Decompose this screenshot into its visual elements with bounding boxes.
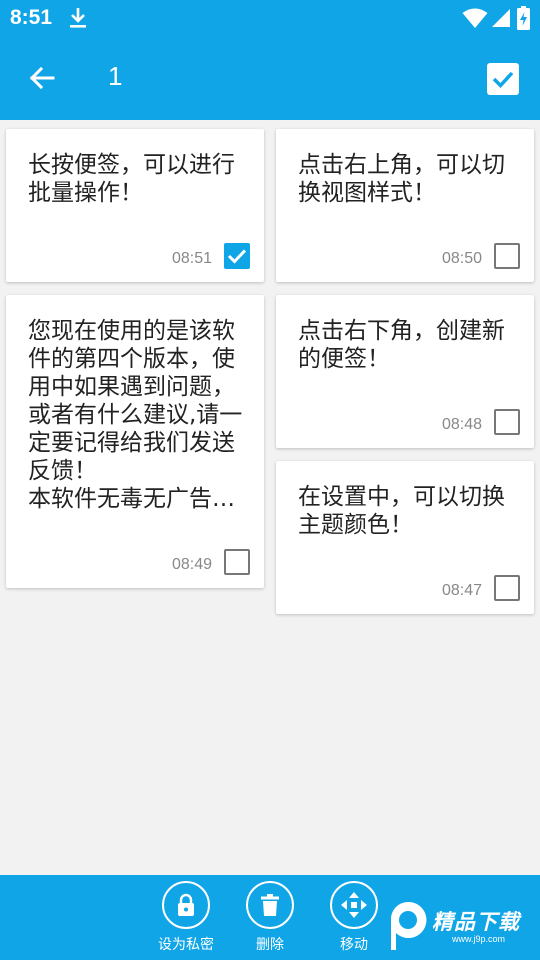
checkmark-icon [227, 249, 247, 264]
arrow-left-icon [29, 66, 55, 90]
note-text: 在设置中，可以切换主题颜色！ [298, 484, 505, 538]
signal-icon [491, 8, 511, 28]
action-label: 设为私密 [158, 937, 214, 953]
lock-icon [178, 893, 194, 916]
action-label: 删除 [256, 937, 284, 953]
notes-grid: 长按便签，可以进行批量操作！ 08:51 点击右上角，可以切换视图样式！ 08:… [0, 120, 540, 875]
note-checkbox[interactable] [224, 243, 250, 269]
set-private-button[interactable]: 设为私密 [146, 881, 226, 957]
wifi-icon [462, 7, 488, 29]
note-time: 08:48 [441, 416, 482, 433]
back-button[interactable] [22, 58, 62, 98]
select-all-button[interactable] [487, 63, 519, 95]
action-circle [330, 881, 378, 929]
watermark: 精品下载 www.j9p.com [388, 896, 536, 956]
status-bar: 8:51 [0, 0, 540, 36]
app-bar: 1 [0, 36, 540, 120]
note-checkbox[interactable] [494, 409, 520, 435]
note-checkbox[interactable] [224, 549, 250, 575]
note-checkbox[interactable] [494, 575, 520, 601]
checkmark-icon [492, 71, 514, 89]
note-card[interactable]: 点击右上角，可以切换视图样式！ 08:50 [276, 129, 534, 282]
move-button[interactable]: 移动 [314, 881, 394, 957]
note-text: 您现在使用的是该软件的第四个版本，使用中如果遇到问题，或者有什么建议,请一定要记… [28, 318, 243, 512]
watermark-logo-icon [390, 901, 427, 950]
note-card[interactable]: 您现在使用的是该软件的第四个版本，使用中如果遇到问题，或者有什么建议,请一定要记… [6, 295, 264, 588]
action-circle [246, 881, 294, 929]
note-time: 08:50 [441, 250, 482, 267]
battery-icon [517, 6, 530, 30]
note-card[interactable]: 长按便签，可以进行批量操作！ 08:51 [6, 129, 264, 282]
note-card[interactable]: 点击右下角，创建新的便签！ 08:48 [276, 295, 534, 448]
note-text: 点击右下角，创建新的便签！ [298, 318, 505, 372]
note-checkbox[interactable] [494, 243, 520, 269]
action-label: 移动 [340, 937, 368, 953]
note-time: 08:47 [441, 582, 482, 599]
note-text: 长按便签，可以进行批量操作！ [28, 152, 235, 206]
note-time: 08:51 [171, 250, 212, 267]
trash-icon [261, 894, 279, 916]
delete-button[interactable]: 删除 [230, 881, 310, 957]
watermark-title: 精品下载 [432, 910, 520, 934]
status-time: 8:51 [10, 6, 53, 29]
download-icon [68, 6, 88, 30]
action-circle [162, 881, 210, 929]
note-card[interactable]: 在设置中，可以切换主题颜色！ 08:47 [276, 461, 534, 614]
note-time: 08:49 [171, 556, 212, 573]
move-icon [341, 892, 367, 918]
watermark-url: www.j9p.com [452, 934, 506, 944]
note-text: 点击右上角，可以切换视图样式！ [298, 152, 505, 206]
selected-count: 1 [108, 61, 123, 91]
